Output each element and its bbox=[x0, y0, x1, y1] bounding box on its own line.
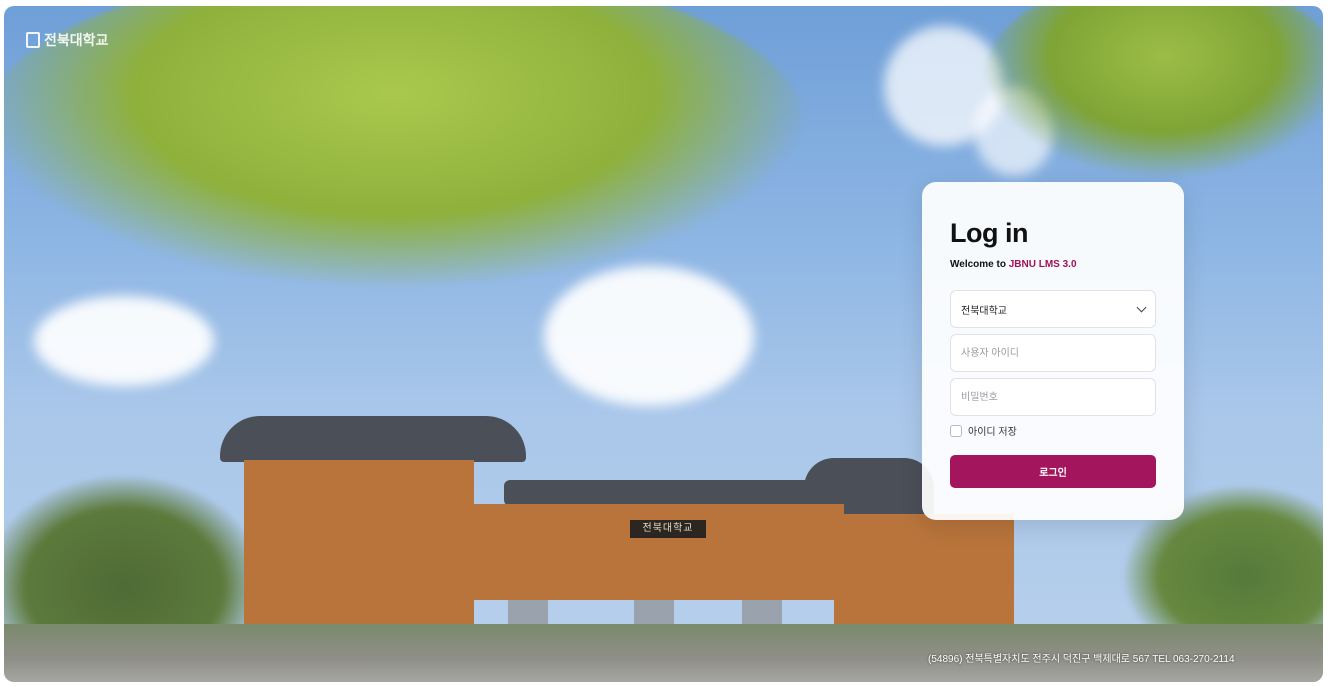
footer-address: (54896) 전북특별자치도 전주시 덕진구 백제대로 567 TEL 063… bbox=[928, 654, 1235, 665]
login-button[interactable]: 로그인 bbox=[950, 455, 1156, 488]
logo-icon bbox=[26, 32, 40, 48]
user-id-input[interactable] bbox=[961, 335, 1145, 371]
login-card: Log in Welcome to JBNU LMS 3.0 전북대학교 아이디… bbox=[922, 182, 1184, 520]
cloud bbox=[544, 266, 754, 406]
chevron-down-icon bbox=[1136, 302, 1147, 313]
welcome-brand: JBNU LMS 3.0 bbox=[1008, 259, 1077, 270]
gate-roof-left bbox=[220, 416, 526, 462]
login-title: Log in bbox=[950, 218, 1028, 248]
remember-id-label: 아이디 저장 bbox=[968, 427, 1017, 438]
welcome-text: Welcome to JBNU LMS 3.0 bbox=[950, 259, 1077, 270]
user-id-field[interactable] bbox=[950, 334, 1156, 372]
gate-roof-center bbox=[504, 480, 834, 506]
tree-foliage bbox=[4, 6, 804, 286]
welcome-prefix: Welcome to bbox=[950, 259, 1009, 270]
password-field[interactable] bbox=[950, 378, 1156, 416]
gate-body-center bbox=[464, 504, 844, 600]
remember-id-checkbox[interactable] bbox=[950, 424, 962, 437]
password-input[interactable] bbox=[961, 379, 1145, 415]
logo-text: 전북대학교 bbox=[44, 32, 109, 48]
university-select[interactable]: 전북대학교 bbox=[950, 290, 1156, 328]
cloud bbox=[34, 296, 214, 386]
university-select-value: 전북대학교 bbox=[961, 305, 1007, 317]
university-logo[interactable]: 전북대학교 bbox=[26, 30, 108, 50]
gate-signboard: 전북대학교 bbox=[630, 520, 706, 538]
remember-id-option[interactable]: 아이디 저장 bbox=[950, 423, 1017, 438]
